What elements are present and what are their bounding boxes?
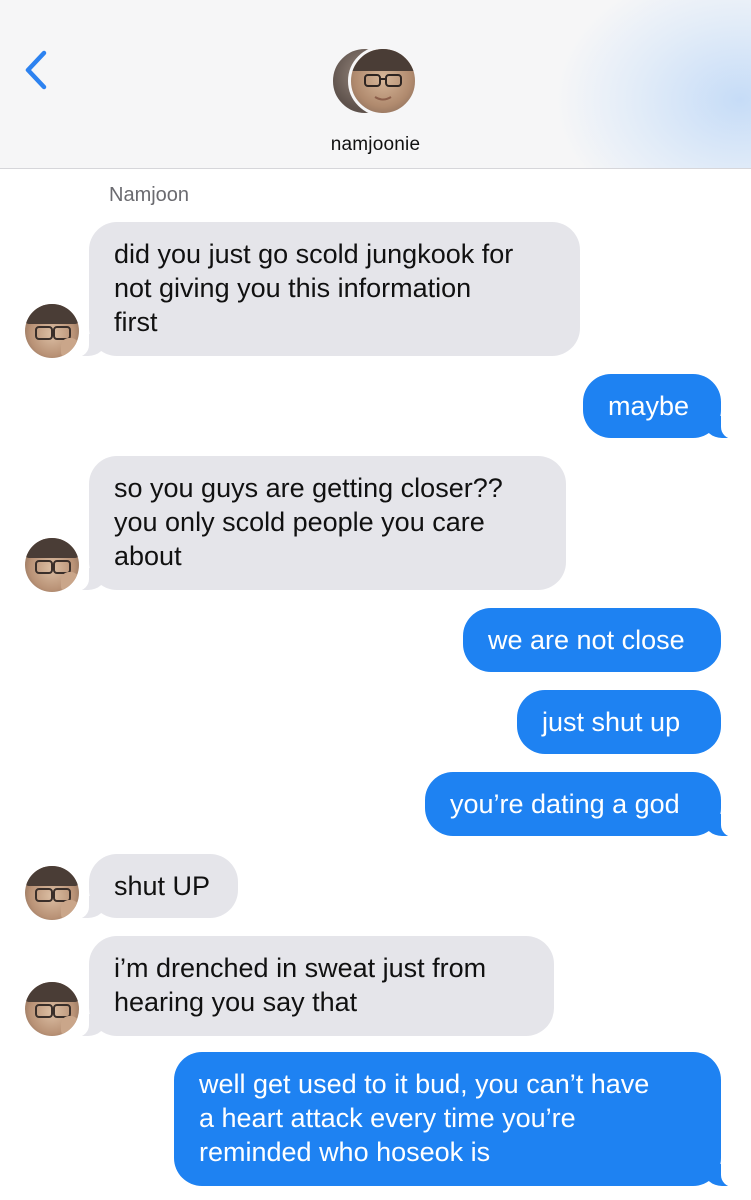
message-bubble-outgoing[interactable]: you’re dating a god [425, 772, 747, 837]
message-bubble-incoming[interactable]: so you guys are getting closer?? you onl… [63, 456, 566, 591]
sender-avatar[interactable] [25, 866, 79, 920]
message-text: maybe [608, 391, 690, 421]
back-button[interactable] [14, 44, 58, 96]
contact-avatar-primary [348, 46, 418, 116]
sender-avatar[interactable] [25, 304, 79, 358]
message-bubble-outgoing[interactable]: maybe [583, 374, 747, 439]
chevron-left-icon [25, 50, 47, 90]
message-text: we are not close [488, 625, 685, 655]
message-bubble-outgoing[interactable]: just shut up [517, 690, 721, 754]
message-bubble-outgoing[interactable]: we are not close [463, 608, 721, 672]
message-text: so you guys are getting closer?? you onl… [114, 473, 503, 571]
message-text: you’re dating a god [450, 789, 680, 819]
sender-label: Namjoon [109, 184, 190, 206]
sender-avatar[interactable] [25, 538, 79, 592]
sender-avatar[interactable] [25, 982, 79, 1036]
message-bubble-incoming[interactable]: i’m drenched in sweat just from hearing … [63, 936, 554, 1037]
message-bubble-incoming[interactable]: did you just go scold jungkook for not g… [63, 222, 580, 357]
contact-avatar[interactable] [330, 46, 422, 120]
message-text: well get used to it bud, you can’t have … [199, 1069, 650, 1167]
message-bubble-outgoing[interactable]: well get used to it bud, you can’t have … [174, 1052, 747, 1187]
message-text: just shut up [542, 707, 681, 737]
message-text: did you just go scold jungkook for not g… [114, 239, 514, 337]
conversation-header: namjoonie [0, 0, 751, 169]
contact-name[interactable]: namjoonie [0, 134, 751, 156]
message-text: shut UP [114, 871, 211, 901]
message-bubble-incoming[interactable]: shut UP [63, 854, 238, 919]
message-text: i’m drenched in sweat just from hearing … [114, 953, 487, 1017]
